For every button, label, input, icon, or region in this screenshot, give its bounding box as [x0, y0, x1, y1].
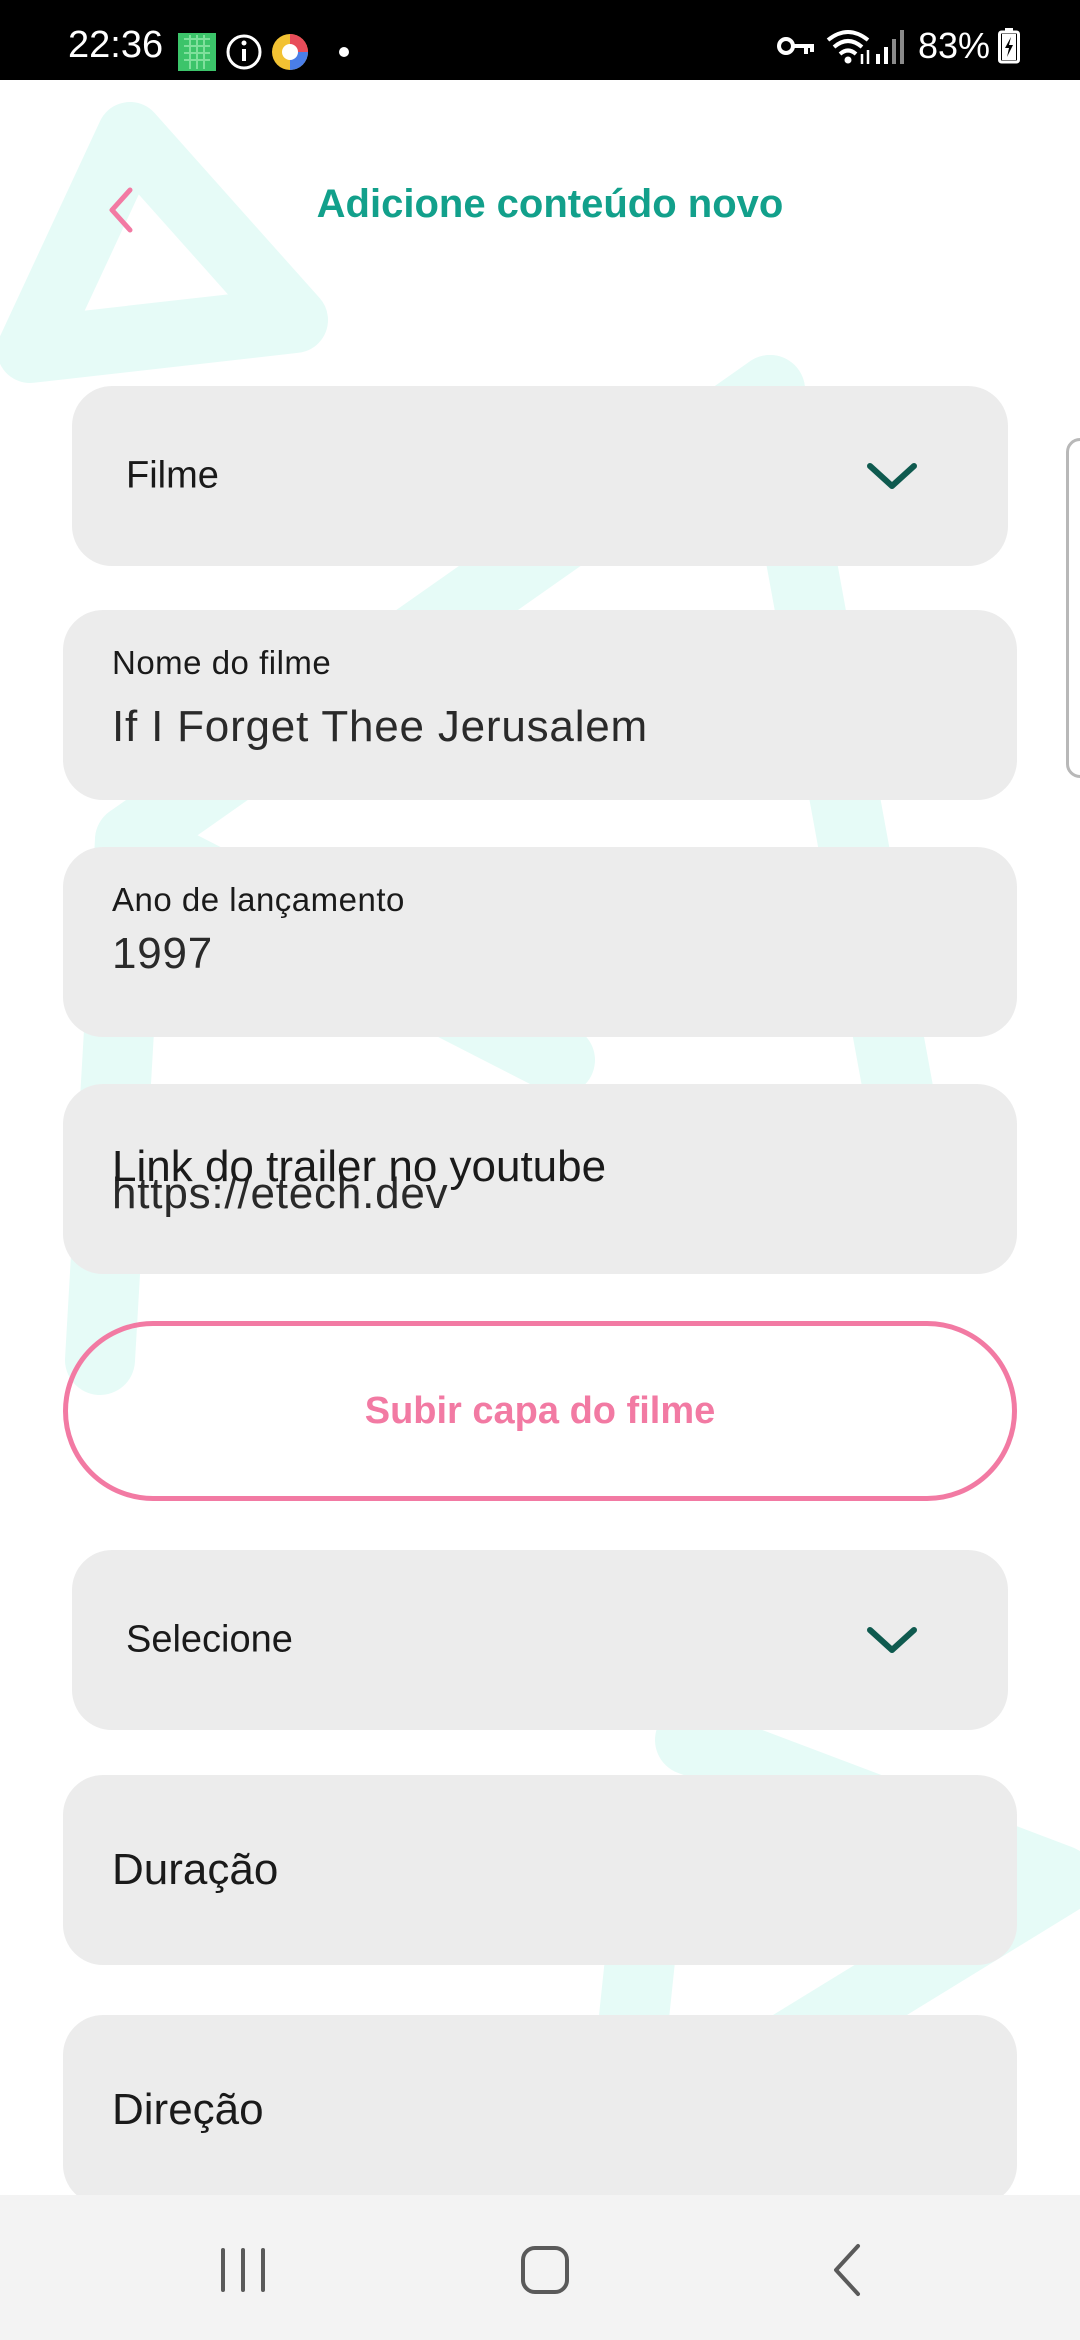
status-system-icons: 83%	[776, 26, 1020, 66]
category-select[interactable]: Selecione	[72, 1550, 1008, 1730]
status-time: 22:36	[68, 24, 164, 66]
battery-charging-icon	[998, 28, 1020, 64]
back-button[interactable]	[90, 170, 150, 250]
back-icon	[834, 2244, 860, 2296]
duration-field[interactable]: Duração	[63, 1775, 1017, 1965]
content-type-select[interactable]: Filme	[72, 386, 1008, 566]
vpn-key-icon	[776, 37, 814, 55]
gallery-icon	[178, 33, 216, 71]
chevron-down-icon	[867, 1627, 917, 1653]
battery-percentage: 83%	[917, 25, 990, 66]
page-title: Adicione conteúdo novo	[316, 182, 784, 226]
content-type-value: Filme	[126, 454, 219, 497]
colorful-app-icon	[272, 34, 308, 70]
direction-field[interactable]: Direção	[63, 2015, 1017, 2205]
nav-back-button[interactable]	[803, 2230, 893, 2310]
movie-name-field[interactable]: Nome do filme If I Forget Thee Jerusalem	[63, 610, 1017, 800]
trailer-link-field[interactable]: https://etech.dev Link do trailer no you…	[63, 1084, 1017, 1274]
release-year-field[interactable]: Ano de lançamento 1997	[63, 847, 1017, 1037]
recent-apps-button[interactable]	[198, 2230, 288, 2310]
status-bar: 22:36 83%	[0, 0, 1080, 80]
upload-cover-button[interactable]: Subir capa do filme	[63, 1321, 1017, 1501]
home-button[interactable]	[500, 2230, 590, 2310]
category-value: Selecione	[126, 1618, 293, 1661]
chevron-down-icon	[867, 463, 917, 489]
wifi-icon	[826, 30, 870, 64]
home-icon	[521, 2246, 569, 2294]
chevron-left-icon	[109, 187, 133, 233]
release-year-value: 1997	[112, 929, 214, 978]
system-nav-bar	[0, 2195, 1080, 2340]
app-header: Adicione conteúdo novo	[0, 80, 1080, 320]
direction-placeholder: Direção	[112, 2085, 264, 2134]
signal-icon	[875, 30, 904, 64]
scrollbar[interactable]	[1066, 438, 1080, 778]
info-icon	[226, 34, 262, 70]
recent-apps-icon	[221, 2248, 265, 2292]
release-year-label: Ano de lançamento	[112, 881, 405, 918]
movie-name-value: If I Forget Thee Jerusalem	[112, 702, 648, 751]
duration-placeholder: Duração	[112, 1845, 279, 1894]
movie-name-label: Nome do filme	[112, 644, 332, 681]
notification-dot-icon	[339, 47, 349, 57]
trailer-link-placeholder: Link do trailer no youtube	[112, 1142, 607, 1191]
status-notification-icons	[178, 33, 378, 73]
